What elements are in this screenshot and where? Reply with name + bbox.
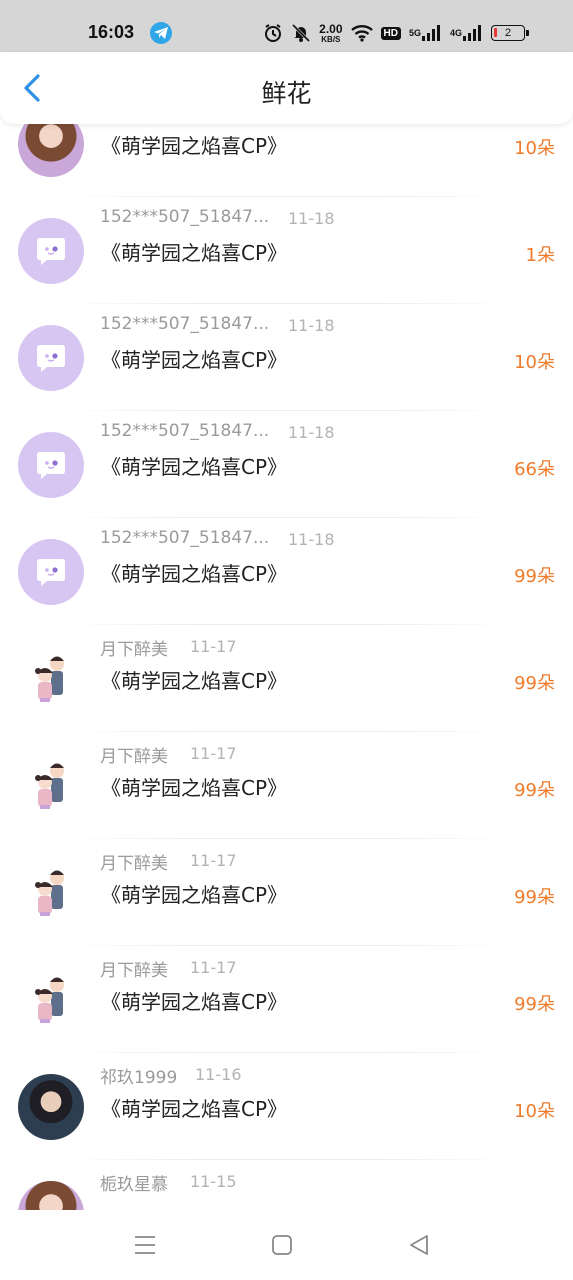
net-speed-value: 2.00 — [319, 21, 343, 36]
book-title: 《萌学园之焰喜CP》 — [101, 776, 288, 800]
gift-date: 11-17 — [190, 744, 237, 763]
net-speed-unit: KB/S — [321, 34, 341, 44]
avatar[interactable] — [18, 218, 84, 284]
gift-date: 11-17 — [190, 958, 237, 977]
list-item[interactable]: 152***507_51847... 11-18 《萌学园之焰喜CP》 10朵 — [0, 304, 573, 411]
list-item[interactable]: 月下醉美 11-17 《萌学园之焰喜CP》 99朵 — [0, 839, 573, 946]
home-icon — [272, 1235, 292, 1255]
flower-count: 10朵 — [514, 138, 555, 159]
gift-date: 11-17 — [190, 637, 237, 656]
book-title: 《萌学园之焰喜CP》 — [101, 883, 288, 907]
list-item[interactable]: 月下醉美 11-17 《萌学园之焰喜CP》 99朵 — [0, 732, 573, 839]
book-title: 《萌学园之焰喜CP》 — [101, 990, 288, 1014]
menu-icon — [135, 1236, 155, 1254]
avatar[interactable] — [18, 432, 84, 498]
battery-icon: 2 — [491, 25, 529, 41]
book-title: 《萌学园之焰喜CP》 — [101, 348, 288, 372]
alarm-icon — [263, 23, 283, 43]
avatar[interactable] — [18, 753, 84, 819]
back-triangle-icon — [410, 1235, 428, 1255]
nav-header: 鲜花 — [0, 52, 573, 124]
user-name: 祁玖1999 — [100, 1068, 178, 1088]
list-item[interactable]: 栀玖星慕11-19《萌学园之焰喜CP》10朵 — [0, 118, 573, 197]
net-speed: 2.00 KB/S — [319, 23, 342, 44]
book-title: 《萌学园之焰喜CP》 — [101, 562, 288, 586]
avatar[interactable] — [18, 1181, 84, 1210]
mute-icon — [291, 23, 311, 43]
avatar[interactable] — [18, 646, 84, 712]
flower-count: 99朵 — [514, 780, 555, 801]
status-icons: 2.00 KB/S HD 5G 4G 2 — [263, 20, 529, 46]
flower-count: 66朵 — [514, 459, 555, 480]
gift-date: 11-16 — [195, 1065, 242, 1084]
user-name: 152***507_51847... — [100, 528, 270, 548]
gift-date: 11-18 — [288, 209, 335, 228]
user-name: 月下醉美 — [100, 747, 168, 767]
flower-count: 99朵 — [514, 673, 555, 694]
avatar[interactable] — [18, 325, 84, 391]
flower-count: 99朵 — [514, 566, 555, 587]
hd-badge: HD — [380, 26, 401, 40]
telegram-icon — [150, 22, 172, 44]
user-name: 月下醉美 — [100, 854, 168, 874]
book-title: 《萌学园之焰喜CP》 — [101, 669, 288, 693]
list-item[interactable]: 152***507_51847... 11-18 《萌学园之焰喜CP》 66朵 — [0, 411, 573, 518]
gift-date: 11-18 — [288, 316, 335, 335]
gift-date: 11-18 — [288, 530, 335, 549]
user-name: 152***507_51847... — [100, 207, 270, 227]
signal-5g-label: 5G — [408, 28, 421, 38]
book-title: 《萌学园之焰喜CP》 — [101, 241, 288, 265]
avatar[interactable] — [18, 967, 84, 1033]
user-name: 栀玖星慕 — [100, 1175, 168, 1195]
menu-button[interactable] — [132, 1232, 158, 1258]
list-item[interactable]: 152***507_51847... 11-18 《萌学园之焰喜CP》 1朵 — [0, 197, 573, 304]
avatar[interactable] — [18, 1074, 84, 1140]
flower-count: 10朵 — [514, 352, 555, 373]
flower-count: 99朵 — [514, 887, 555, 908]
page-title: 鲜花 — [261, 79, 312, 108]
list-item[interactable]: 152***507_51847... 11-18 《萌学园之焰喜CP》 99朵 — [0, 518, 573, 625]
status-bar: 16:03 2.00 KB/S HD 5G 4G 2 — [0, 0, 573, 52]
book-title: 《萌学园之焰喜CP》 — [101, 134, 288, 158]
home-button[interactable] — [269, 1232, 295, 1258]
user-name: 月下醉美 — [100, 640, 168, 660]
signal-5g-icon: 5G — [409, 25, 442, 41]
status-time: 16:03 — [88, 22, 135, 42]
flower-count: 1朵 — [525, 245, 555, 266]
nav-back-button[interactable] — [406, 1232, 432, 1258]
battery-level: 2 — [504, 27, 512, 39]
user-name: 152***507_51847... — [100, 314, 270, 334]
list-item[interactable]: 月下醉美 11-17 《萌学园之焰喜CP》 99朵 — [0, 946, 573, 1053]
flower-count: 10朵 — [514, 1101, 555, 1122]
wifi-icon — [350, 24, 373, 42]
list-item[interactable]: 月下醉美 11-17 《萌学园之焰喜CP》 99朵 — [0, 625, 573, 732]
book-title: 《萌学园之焰喜CP》 — [101, 455, 288, 479]
user-name: 152***507_51847... — [100, 421, 270, 441]
user-name: 月下醉美 — [100, 961, 168, 981]
gift-date: 11-15 — [190, 1172, 237, 1191]
book-title: 《萌学园之焰喜CP》 — [101, 1097, 288, 1121]
avatar[interactable] — [18, 860, 84, 926]
flower-count: 99朵 — [514, 994, 555, 1015]
list-item[interactable]: 栀玖星慕 11-15 — [0, 1160, 573, 1210]
signal-4g-icon: 4G — [450, 25, 483, 41]
list-item[interactable]: 祁玖1999 11-16 《萌学园之焰喜CP》 10朵 — [0, 1053, 573, 1160]
gift-date: 11-17 — [190, 851, 237, 870]
system-nav-bar — [0, 1210, 573, 1280]
gift-date: 11-18 — [288, 423, 335, 442]
flower-list[interactable]: 栀玖星慕11-19《萌学园之焰喜CP》10朵152***507_51847...… — [0, 118, 573, 1210]
avatar[interactable] — [18, 539, 84, 605]
signal-4g-label: 4G — [449, 28, 462, 38]
avatar[interactable] — [18, 118, 84, 177]
